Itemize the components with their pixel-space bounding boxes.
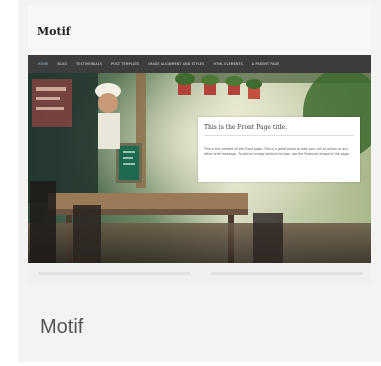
theme-card[interactable]: Motif HOME BLOG TESTIMONIALS POST TEMPLA… <box>18 0 381 362</box>
nav-item-home: HOME <box>38 62 49 66</box>
content-strip <box>28 263 371 284</box>
caption-body: This is the content of the Front page. T… <box>204 147 350 156</box>
nav-item-testimonials: TESTIMONIALS <box>76 62 102 66</box>
nav-item-html-elements: HTML ELEMENTS <box>213 62 243 66</box>
preview-nav-bar: HOME BLOG TESTIMONIALS POST TEMPLATE IMA… <box>28 55 371 73</box>
theme-screenshot[interactable]: Motif HOME BLOG TESTIMONIALS POST TEMPLA… <box>28 6 371 284</box>
preview-site-title: Motif <box>37 25 71 38</box>
chef-figure <box>95 83 121 149</box>
nav-item-image-alignment: IMAGE ALIGNMENT AND STYLES <box>148 62 205 66</box>
nav-item-blog: BLOG <box>57 62 68 66</box>
content-rule-left <box>38 272 190 275</box>
nav-item-post-template: POST TEMPLATE <box>110 62 140 66</box>
theme-name[interactable]: Motif <box>40 316 83 339</box>
caption-title: This is the Front Page title. <box>204 124 287 131</box>
content-rule-right <box>211 272 363 275</box>
caption-divider <box>204 135 354 136</box>
nav-item-parent-page: A PARENT PAGE <box>251 62 280 66</box>
front-page-caption-box: This is the Front Page title. This is th… <box>198 117 360 182</box>
